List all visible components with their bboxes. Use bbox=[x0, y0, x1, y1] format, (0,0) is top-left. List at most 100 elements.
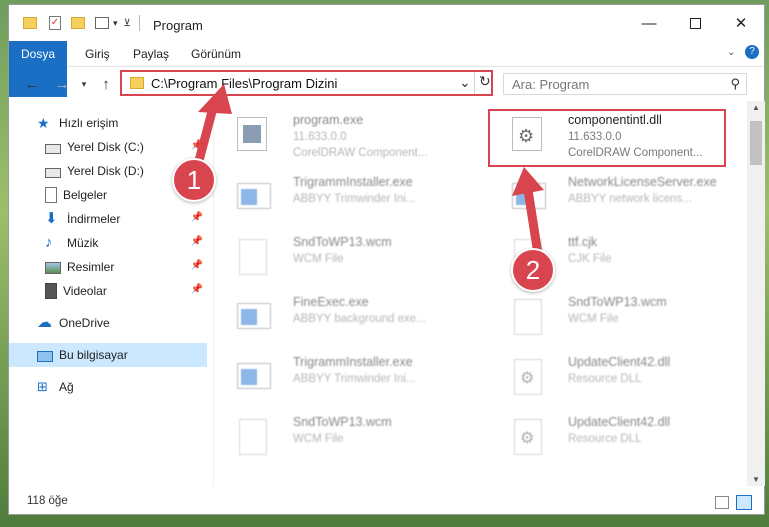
sidebar-item-label: OneDrive bbox=[59, 316, 110, 330]
sidebar-item-label: Yerel Disk (D:) bbox=[67, 164, 144, 178]
chevron-down-icon[interactable]: ⌄ bbox=[459, 74, 471, 91]
close-button[interactable]: ✕ bbox=[718, 5, 764, 41]
file-item[interactable]: ⚙ UpdateClient42.dll Resource DLL bbox=[490, 347, 728, 403]
divider bbox=[139, 15, 140, 31]
dll-icon: ⚙ bbox=[508, 415, 548, 459]
sidebar-item-music[interactable]: ♪ Müzik 📌 bbox=[9, 231, 207, 255]
pin-icon[interactable]: 📌 bbox=[191, 284, 203, 295]
blank-file-icon bbox=[508, 295, 548, 339]
properties-icon[interactable]: ✓ bbox=[49, 16, 61, 30]
forward-button[interactable]: → bbox=[51, 73, 73, 95]
file-description: ABBYY Trimwinder Ini... bbox=[293, 193, 416, 205]
pin-icon[interactable]: 📌 bbox=[191, 212, 203, 223]
refresh-icon[interactable]: ↻ bbox=[479, 73, 491, 90]
help-icon[interactable]: ? bbox=[745, 45, 759, 59]
file-name: NetworkLicenseServer.exe bbox=[568, 175, 717, 189]
file-item[interactable]: TrigrammInstaller.exe ABBYY Trimwinder I… bbox=[215, 167, 453, 223]
file-item[interactable]: SndToWP13.wcm WCM File bbox=[215, 227, 453, 283]
navigation-pane: ★ Hızlı erişim Yerel Disk (C:) 📌 Yerel D… bbox=[9, 101, 214, 486]
folder-icon bbox=[23, 17, 37, 29]
file-item[interactable]: SndToWP13.wcm WCM File bbox=[490, 287, 728, 343]
sidebar-item-label: Müzik bbox=[67, 236, 99, 250]
address-bar[interactable]: C:\Program Files\Program Dizini ⌄ ↻ bbox=[120, 70, 493, 96]
pin-icon[interactable]: 📌 bbox=[191, 260, 203, 271]
file-name: UpdateClient42.dll bbox=[568, 415, 671, 429]
sidebar-item-downloads[interactable]: ⬇ İndirmeler 📌 bbox=[9, 207, 207, 231]
explorer-window: ✓ ▾ ⊻ Program — ✕ Dosya Giriş Paylaş Gör… bbox=[8, 4, 765, 515]
file-item[interactable]: ⚙ UpdateClient42.dll Resource DLL bbox=[490, 407, 728, 463]
file-version: 11.633.0.0 bbox=[293, 131, 347, 143]
pin-icon[interactable]: 📌 bbox=[191, 140, 203, 151]
sidebar-item-this-pc[interactable]: Bu bilgisayar bbox=[9, 343, 207, 367]
chevron-down-icon[interactable]: ▾ bbox=[113, 18, 118, 29]
customize-toolbar-icon[interactable]: ⊻ bbox=[124, 18, 131, 29]
blank-file-icon bbox=[233, 235, 273, 279]
sidebar-item-label: Hızlı erişim bbox=[59, 116, 119, 130]
status-bar: 118 öğe bbox=[9, 491, 764, 515]
up-button[interactable]: ↑ bbox=[95, 73, 117, 95]
maximize-button[interactable] bbox=[672, 5, 718, 41]
sidebar-item-onedrive[interactable]: ☁ OneDrive bbox=[9, 311, 207, 335]
file-description: Resource DLL bbox=[568, 373, 642, 385]
pin-icon[interactable]: 📌 bbox=[191, 236, 203, 247]
address-row: ← → ▾ ↑ C:\Program Files\Program Dizini … bbox=[9, 67, 764, 99]
scroll-thumb[interactable] bbox=[750, 121, 762, 165]
file-item[interactable]: FineExec.exe ABBYY background exe... bbox=[215, 287, 453, 343]
file-name: SndToWP13.wcm bbox=[293, 235, 392, 249]
expand-ribbon-icon[interactable]: ⌄ bbox=[727, 47, 735, 58]
search-input[interactable]: Ara: Program bbox=[512, 77, 589, 92]
sidebar-item-videos[interactable]: Videolar 📌 bbox=[9, 279, 207, 303]
exe-window-icon bbox=[233, 355, 273, 399]
music-icon: ♪ bbox=[45, 234, 53, 251]
scroll-down-icon[interactable]: ▼ bbox=[752, 475, 760, 484]
details-view-icon[interactable] bbox=[715, 496, 729, 509]
cloud-icon: ☁ bbox=[37, 314, 52, 331]
file-description: ABBYY background exe... bbox=[293, 313, 426, 325]
search-box[interactable]: Ara: Program ⚲ bbox=[503, 73, 747, 95]
maximize-icon bbox=[689, 17, 701, 29]
sidebar-item-label: Bu bilgisayar bbox=[59, 348, 128, 362]
file-item[interactable]: NetworkLicenseServer.exe ABBYY network l… bbox=[490, 167, 728, 223]
divider bbox=[474, 72, 475, 94]
file-name: TrigrammInstaller.exe bbox=[293, 355, 413, 369]
file-item[interactable]: TrigrammInstaller.exe ABBYY Trimwinder I… bbox=[215, 347, 453, 403]
tab-share[interactable]: Paylaş bbox=[121, 41, 181, 67]
file-list: program.exe 11.633.0.0 CorelDRAW Compone… bbox=[215, 101, 746, 486]
vertical-scrollbar[interactable]: ▲ ▼ bbox=[747, 101, 765, 486]
address-path[interactable]: C:\Program Files\Program Dizini bbox=[151, 76, 337, 91]
network-icon: ⊞ bbox=[37, 379, 48, 394]
scroll-up-icon[interactable]: ▲ bbox=[752, 103, 760, 112]
item-count: 118 öğe bbox=[27, 495, 68, 507]
tab-view[interactable]: Görünüm bbox=[179, 41, 253, 67]
download-icon: ⬇ bbox=[45, 210, 58, 227]
star-icon: ★ bbox=[37, 115, 50, 131]
file-name: SndToWP13.wcm bbox=[568, 295, 667, 309]
tab-home[interactable]: Giriş bbox=[73, 41, 122, 67]
sidebar-item-quick-access[interactable]: ★ Hızlı erişim bbox=[9, 111, 207, 135]
recent-locations-button[interactable]: ▾ bbox=[73, 73, 95, 95]
file-description: WCM File bbox=[568, 313, 619, 325]
file-item[interactable]: SndToWP13.wcm WCM File bbox=[215, 407, 453, 463]
sidebar-item-label: Yerel Disk (C:) bbox=[67, 140, 144, 154]
documents-icon bbox=[45, 187, 57, 203]
minimize-button[interactable]: — bbox=[626, 5, 672, 41]
callout-badge: 2 bbox=[511, 248, 555, 292]
sidebar-item-pictures[interactable]: Resimler 📌 bbox=[9, 255, 207, 279]
large-icons-view-icon[interactable] bbox=[736, 495, 752, 510]
view-icon[interactable] bbox=[95, 17, 109, 29]
blank-file-icon bbox=[233, 415, 273, 459]
pictures-icon bbox=[45, 262, 61, 274]
videos-icon bbox=[45, 283, 57, 299]
file-description: Resource DLL bbox=[568, 433, 642, 445]
close-icon: ✕ bbox=[734, 15, 748, 32]
file-item[interactable]: program.exe 11.633.0.0 CorelDRAW Compone… bbox=[215, 105, 453, 161]
callout-badge: 1 bbox=[172, 158, 216, 202]
exe-window-icon bbox=[233, 175, 273, 219]
title-bar: ✓ ▾ ⊻ Program — ✕ bbox=[9, 5, 764, 41]
sidebar-item-network[interactable]: ⊞ Ağ bbox=[9, 375, 207, 399]
back-button[interactable]: ← bbox=[21, 73, 43, 95]
new-folder-icon[interactable] bbox=[71, 17, 85, 29]
exe-window-icon bbox=[508, 175, 548, 219]
sidebar-item-local-disk-c[interactable]: Yerel Disk (C:) 📌 bbox=[9, 135, 207, 159]
window-title: Program bbox=[153, 18, 203, 33]
